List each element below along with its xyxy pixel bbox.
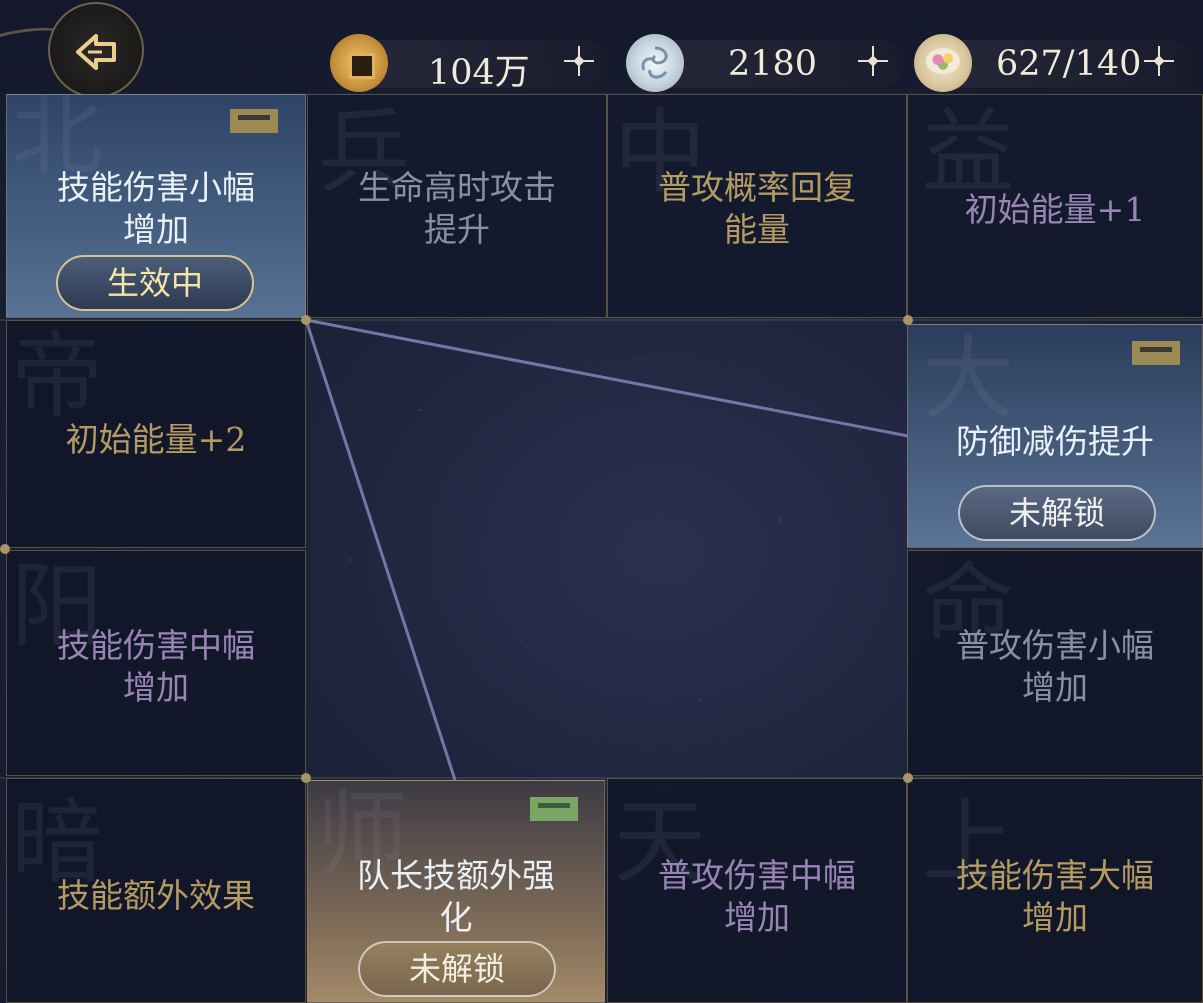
status-active-button[interactable]: 生效中 [56,255,254,311]
tag-icon [530,797,578,821]
talent-label: 队长技额外强 化 [357,856,555,937]
talent-label: 普攻伤害中幅 增加 [658,856,856,937]
grid-node [903,773,913,783]
status-locked-button[interactable]: 未解锁 [358,941,556,997]
talent-node-energy-regen[interactable]: 中 普攻概率回复 能量 [607,94,907,318]
talent-node-captain-skill[interactable]: 师 队长技额外强 化 未解锁 [307,780,605,1003]
talent-label: 初始能量+1 [964,190,1146,229]
link-line-captain [304,319,457,781]
talent-node-normal-attack-medium[interactable]: 天 普攻伤害中幅 增加 [607,778,907,1003]
grid-node [0,544,10,554]
talent-label: 普攻伤害小幅 增加 [956,626,1154,707]
talent-node-normal-attack-small[interactable]: 命 普攻伤害小幅 增加 [907,550,1203,776]
background-glyph: 益 [922,99,1015,206]
background-glyph: 帝 [11,323,104,430]
talent-node-initial-energy-2[interactable]: 帝 初始能量+2 [6,320,306,548]
background-glyph: 大 [922,325,1015,432]
talent-node-defense-reduction[interactable]: 大 防御减伤提升 未解锁 [907,324,1203,548]
talent-label: 生命高时攻击 提升 [358,168,556,249]
talent-label: 技能伤害大幅 增加 [956,856,1154,937]
talent-node-skill-damage-small[interactable]: 北 技能伤害小幅 增加 生效中 [6,94,306,318]
tag-icon [230,109,278,133]
talent-label: 技能伤害中幅 增加 [57,626,255,707]
link-line-defense [305,318,909,438]
talent-node-skill-damage-large[interactable]: 上 技能伤害大幅 增加 [907,778,1203,1003]
talent-label: 技能额外效果 [57,876,255,915]
talent-node-attack-high-hp[interactable]: 兵 生命高时攻击 提升 [307,94,607,318]
talent-node-skill-extra-effect[interactable]: 暗 技能额外效果 [6,778,306,1003]
status-locked-button[interactable]: 未解锁 [958,485,1156,541]
talent-label: 普攻概率回复 能量 [658,168,856,249]
talent-node-skill-damage-medium[interactable]: 阳 技能伤害中幅 增加 [6,550,306,776]
talent-node-initial-energy-1[interactable]: 益 初始能量+1 [907,94,1203,318]
talent-label: 防御减伤提升 [956,422,1154,461]
tag-icon [1132,341,1180,365]
talent-label: 技能伤害小幅 增加 [57,168,255,249]
grid-node [903,315,913,325]
grid-node [301,773,311,783]
grid-node [301,315,311,325]
talent-label: 初始能量+2 [65,420,247,459]
